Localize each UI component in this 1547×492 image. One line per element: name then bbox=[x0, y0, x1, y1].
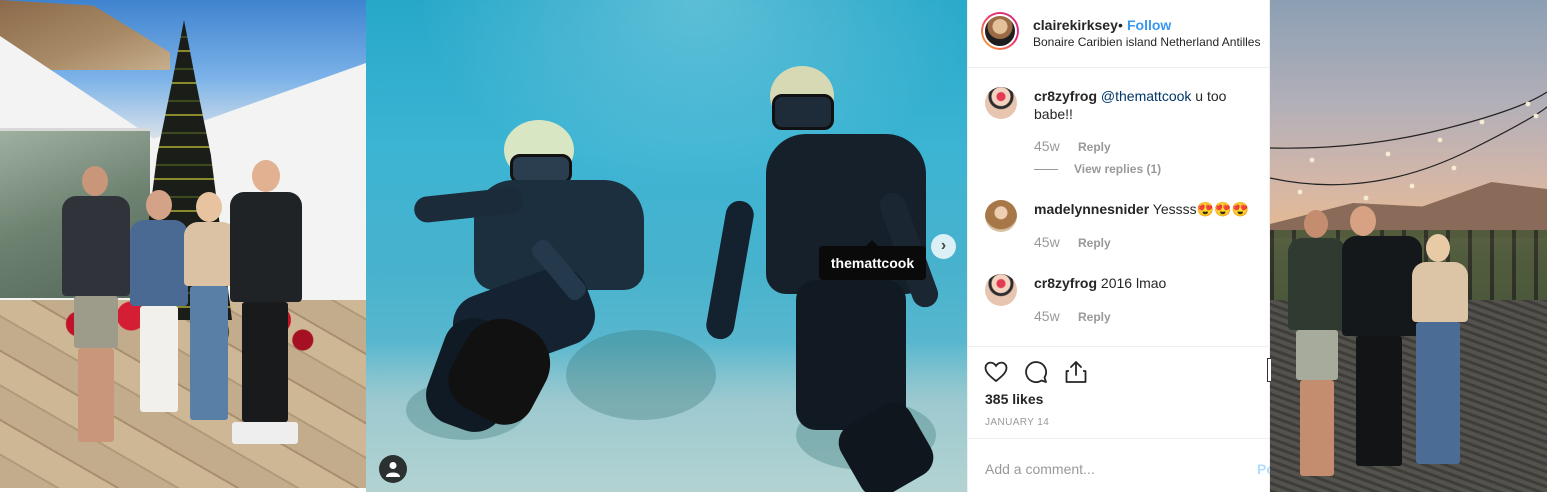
comment-age[interactable]: 45w bbox=[1034, 234, 1060, 250]
replies-divider bbox=[1034, 169, 1058, 170]
photo-user-tag[interactable]: themattcook bbox=[819, 240, 926, 280]
tagged-users-button[interactable] bbox=[379, 455, 407, 483]
location-link[interactable]: Bonaire Caribien island Netherland Antil… bbox=[1033, 35, 1260, 49]
instagram-post-view: themattcook › clairekirksey • Follow Bon… bbox=[0, 0, 1547, 492]
view-replies-label: View replies (1) bbox=[1074, 162, 1162, 176]
person-7 bbox=[1410, 234, 1470, 470]
reply-button[interactable]: Reply bbox=[1078, 236, 1111, 250]
comment-username[interactable]: cr8zyfrog bbox=[1034, 275, 1097, 291]
author-avatar[interactable] bbox=[981, 12, 1019, 50]
next-photo-button[interactable]: › bbox=[931, 234, 956, 259]
person-4 bbox=[226, 160, 304, 450]
comment-text: madelynnesnider Yessss😍😍😍 bbox=[1034, 200, 1258, 218]
post-actions: 385 likes JANUARY 14 bbox=[968, 346, 1271, 439]
string-lights bbox=[1270, 91, 1547, 201]
comment-body: Yessss😍😍😍 bbox=[1152, 201, 1249, 217]
comment-bubble-icon[interactable] bbox=[1023, 359, 1049, 385]
person-1 bbox=[58, 166, 134, 446]
comment-age[interactable]: 45w bbox=[1034, 308, 1060, 324]
user-tag-icon bbox=[386, 462, 400, 477]
comment-username[interactable]: madelynnesnider bbox=[1034, 201, 1149, 217]
person-5 bbox=[1286, 210, 1348, 480]
post-date[interactable]: JANUARY 14 bbox=[985, 417, 1049, 428]
scrollbar-edge bbox=[1267, 358, 1271, 382]
comment-age[interactable]: 45w bbox=[1034, 138, 1060, 154]
commenter-avatar[interactable] bbox=[985, 200, 1017, 232]
comment-body: 2016 lmao bbox=[1100, 275, 1167, 291]
post-sidebar: clairekirksey • Follow Bonaire Caribien … bbox=[967, 0, 1271, 492]
comment-mention[interactable]: @themattcook bbox=[1101, 88, 1191, 104]
previous-post-photo[interactable] bbox=[0, 0, 366, 488]
post-comment-button[interactable]: Post bbox=[1257, 461, 1271, 477]
post-header: clairekirksey • Follow Bonaire Caribien … bbox=[968, 0, 1271, 68]
share-icon[interactable] bbox=[1063, 359, 1089, 385]
reply-button[interactable]: Reply bbox=[1078, 140, 1111, 154]
author-username[interactable]: clairekirksey bbox=[1033, 17, 1118, 33]
likes-count[interactable]: 385 likes bbox=[985, 391, 1043, 407]
comment-item: cr8zyfrog 2016 lmao 45w Reply bbox=[968, 274, 1271, 330]
follow-button[interactable]: Follow bbox=[1127, 17, 1171, 33]
next-post-photo[interactable] bbox=[1270, 0, 1547, 492]
comment-username[interactable]: cr8zyfrog bbox=[1034, 88, 1097, 104]
reply-button[interactable]: Reply bbox=[1078, 310, 1111, 324]
comment-input[interactable]: Add a comment... bbox=[985, 461, 1095, 477]
comment-text: cr8zyfrog @themattcook u too babe!! bbox=[1034, 87, 1258, 123]
commenter-avatar[interactable] bbox=[985, 274, 1017, 306]
comment-text: cr8zyfrog 2016 lmao bbox=[1034, 274, 1258, 292]
person-2 bbox=[128, 190, 190, 416]
chevron-right-icon: › bbox=[940, 237, 947, 254]
comment-item: madelynnesnider Yessss😍😍😍 45w Reply bbox=[968, 200, 1271, 256]
commenter-avatar[interactable] bbox=[985, 87, 1017, 119]
heart-icon[interactable] bbox=[983, 359, 1009, 385]
header-separator: • bbox=[1118, 17, 1123, 33]
